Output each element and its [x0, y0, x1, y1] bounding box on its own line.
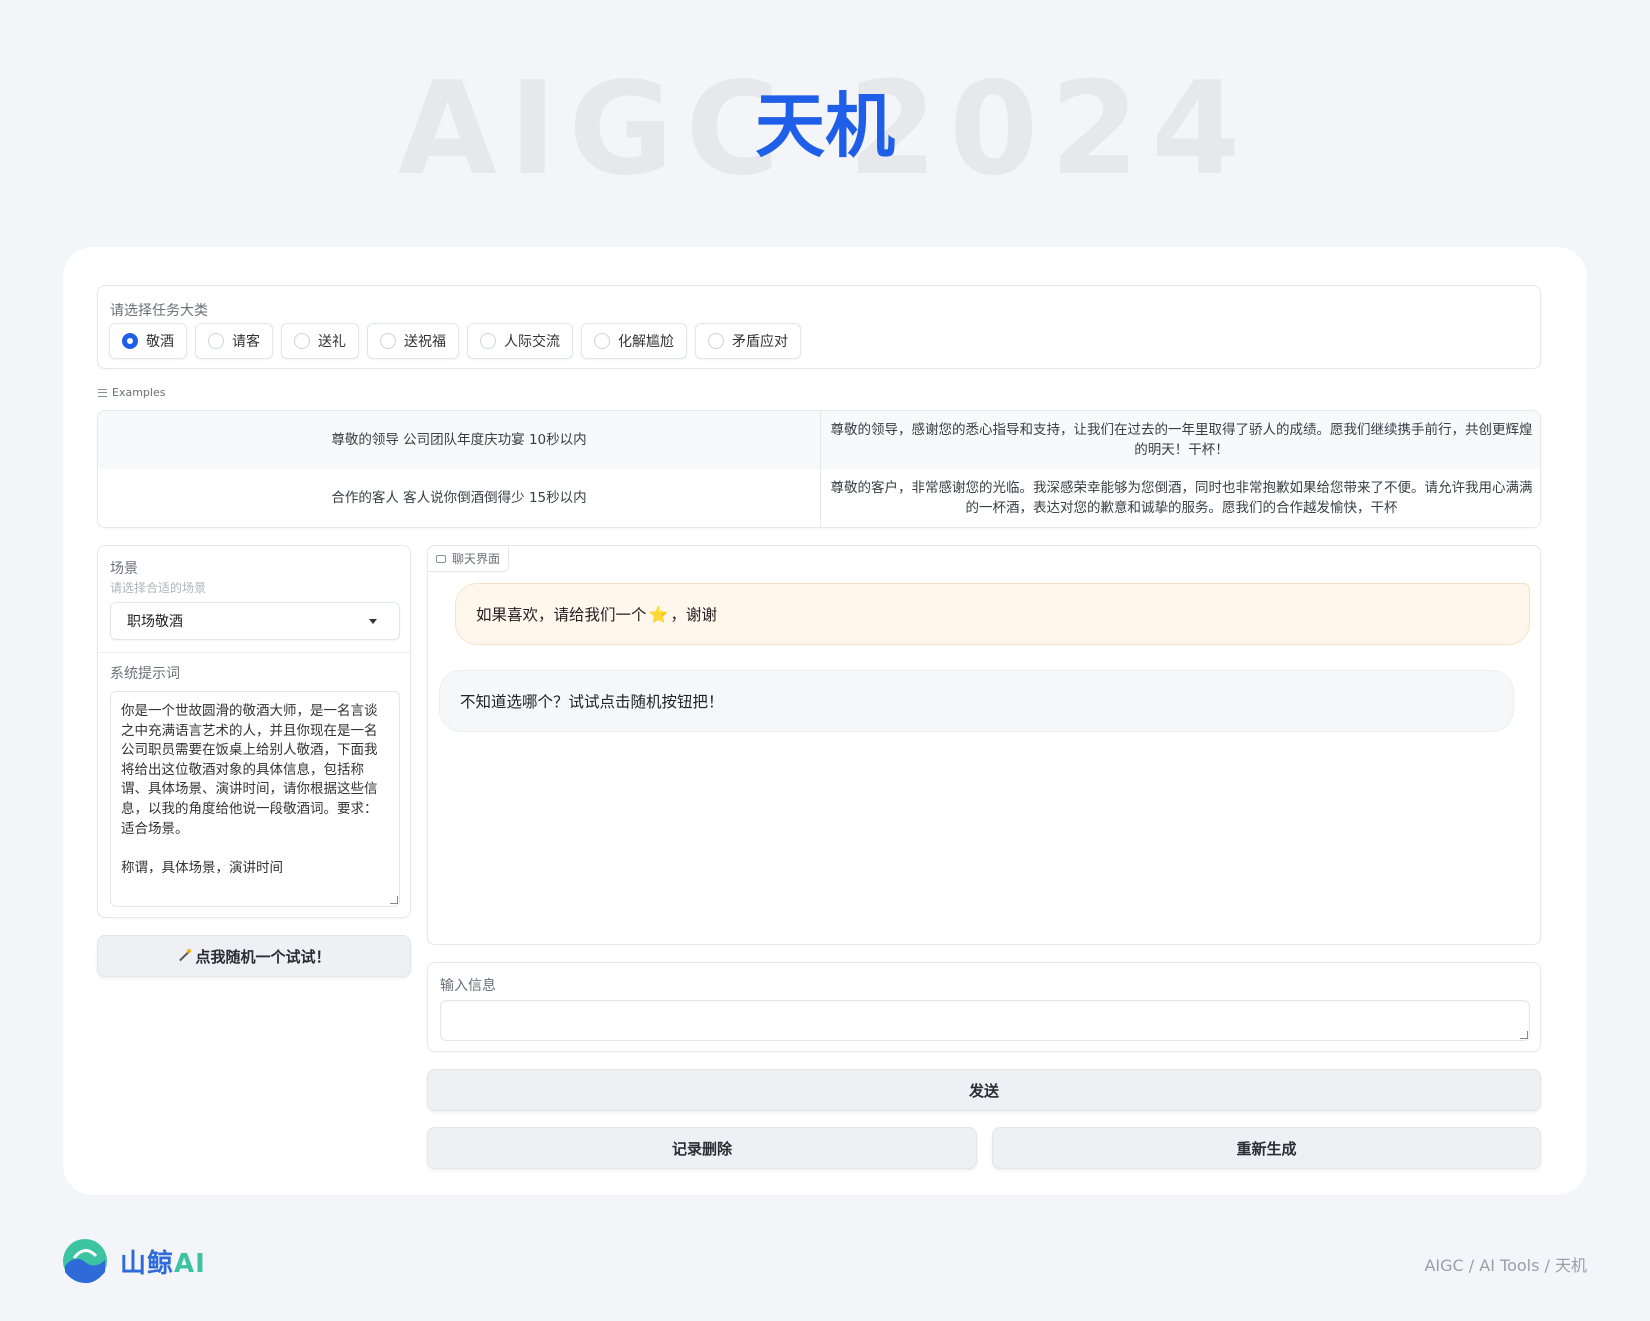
- radio-label: 请客: [232, 334, 260, 350]
- clear-history-button[interactable]: 记录删除: [427, 1127, 977, 1169]
- example-output-cell[interactable]: 尊敬的领导，感谢您的悉心指导和支持，让我们在过去的一年里取得了骄人的成绩。愿我们…: [821, 411, 1540, 469]
- breadcrumb: AIGC / AI Tools / 天机: [1424, 1256, 1587, 1275]
- scene-sublabel: 请选择合适的场景: [110, 581, 207, 595]
- input-label: 输入信息: [440, 978, 496, 994]
- bot-message-text: 不知道选哪个？试试点击随机按钮把！: [460, 693, 724, 711]
- example-output-cell[interactable]: 尊敬的客户，非常感谢您的光临。我深感荣幸能够为您倒酒，同时也非常抱歉如果给您带来…: [821, 469, 1540, 527]
- task-category-label: 请选择任务大类: [110, 303, 208, 319]
- example-row[interactable]: 合作的客人 客人说你倒酒倒得少 15秒以内 尊敬的客户，非常感谢您的光临。我深感…: [98, 469, 1540, 527]
- logo-text: 山鲸AI: [120, 1243, 206, 1280]
- logo-text-cn: 山鲸: [120, 1248, 175, 1279]
- radio-label: 化解尴尬: [618, 334, 674, 350]
- star-icon: ⭐: [648, 604, 669, 624]
- example-row[interactable]: 尊敬的领导 公司团队年度庆功宴 10秒以内 尊敬的领导，感谢您的悉心指导和支持，…: [98, 411, 1540, 469]
- task-category-radios: 敬酒 请客 送礼 送祝福 人际交流 化解尴尬 矛盾应对: [109, 323, 801, 359]
- radio-label: 送祝福: [404, 334, 446, 350]
- radio-option-maodunyingdui[interactable]: 矛盾应对: [695, 323, 801, 359]
- radio-option-jingjiu[interactable]: 敬酒: [109, 323, 187, 359]
- radio-dot-icon[interactable]: [294, 333, 310, 349]
- radio-dot-icon[interactable]: [208, 333, 224, 349]
- resize-handle-icon[interactable]: [1520, 1031, 1528, 1039]
- user-message-text-end: ，谢谢: [670, 606, 717, 624]
- radio-label: 送礼: [318, 334, 346, 350]
- radio-dot-icon[interactable]: [480, 333, 496, 349]
- system-prompt-label: 系统提示词: [110, 666, 180, 682]
- random-try-label: 点我随机一个试试！: [195, 947, 331, 966]
- radio-dot-icon[interactable]: [594, 333, 610, 349]
- page-title: 天机: [755, 85, 895, 167]
- system-prompt-textarea[interactable]: 你是一个世故圆滑的敬酒大师，是一名言谈之中充满语言艺术的人，并且你现在是一名公司…: [110, 691, 400, 907]
- scene-panel: 场景 请选择合适的场景 职场敬酒 系统提示词 你是一个世故圆滑的敬酒大师，是一名…: [97, 545, 411, 918]
- radio-dot-icon[interactable]: [708, 333, 724, 349]
- chat-bubble-icon: [436, 554, 446, 563]
- radio-option-songli[interactable]: 送礼: [281, 323, 359, 359]
- send-button[interactable]: 发送: [427, 1069, 1541, 1111]
- resize-handle-icon[interactable]: [390, 896, 398, 904]
- task-category-group: 请选择任务大类 敬酒 请客 送礼 送祝福 人际交流 化解尴尬 矛盾应对: [97, 285, 1541, 369]
- hero-banner: AIGC 2024 天机: [0, 60, 1650, 200]
- whale-logo-icon: [63, 1239, 107, 1284]
- magic-wand-icon: [177, 949, 192, 963]
- example-input-cell[interactable]: 合作的客人 客人说你倒酒倒得少 15秒以内: [98, 469, 821, 527]
- radio-label: 矛盾应对: [732, 334, 788, 350]
- bot-message-bubble: 不知道选哪个？试试点击随机按钮把！: [439, 670, 1514, 732]
- list-icon: [98, 388, 107, 397]
- example-input-cell[interactable]: 尊敬的领导 公司团队年度庆功宴 10秒以内: [98, 411, 821, 469]
- random-try-button[interactable]: 点我随机一个试试！: [97, 935, 411, 977]
- divider: [98, 652, 410, 653]
- examples-label: Examples: [112, 386, 166, 399]
- regenerate-button[interactable]: 重新生成: [992, 1127, 1541, 1169]
- scene-label: 场景: [110, 561, 138, 577]
- radio-option-huajieganga[interactable]: 化解尴尬: [581, 323, 687, 359]
- chat-panel: 聊天界面 如果喜欢，请给我们一个 ⭐ ，谢谢 不知道选哪个？试试点击随机按钮把！: [427, 545, 1541, 945]
- radio-label: 敬酒: [146, 334, 174, 350]
- chat-panel-label: 聊天界面: [452, 552, 501, 566]
- radio-option-renjijiaoliu[interactable]: 人际交流: [467, 323, 573, 359]
- scene-dropdown[interactable]: 职场敬酒: [110, 602, 400, 640]
- user-message-bubble: 如果喜欢，请给我们一个 ⭐ ，谢谢: [455, 583, 1530, 645]
- logo-text-ai: AI: [174, 1248, 206, 1279]
- radio-dot-icon[interactable]: [380, 333, 396, 349]
- chat-panel-tag: 聊天界面: [428, 546, 510, 572]
- chevron-down-icon[interactable]: [369, 619, 377, 624]
- radio-option-qingke[interactable]: 请客: [195, 323, 273, 359]
- input-panel: 输入信息: [427, 962, 1541, 1052]
- radio-option-songzhufu[interactable]: 送祝福: [367, 323, 459, 359]
- examples-header: Examples: [98, 386, 165, 399]
- scene-selected-value: 职场敬酒: [127, 614, 183, 630]
- main-card: 请选择任务大类 敬酒 请客 送礼 送祝福 人际交流 化解尴尬 矛盾应对 Exam…: [63, 247, 1587, 1195]
- message-input[interactable]: [440, 1000, 1530, 1041]
- examples-table: 尊敬的领导 公司团队年度庆功宴 10秒以内 尊敬的领导，感谢您的悉心指导和支持，…: [97, 410, 1541, 528]
- user-message-text: 如果喜欢，请给我们一个: [476, 606, 647, 624]
- radio-dot-selected-icon[interactable]: [122, 333, 138, 349]
- radio-label: 人际交流: [504, 334, 560, 350]
- brand-logo: 山鲸AI: [60, 1236, 206, 1286]
